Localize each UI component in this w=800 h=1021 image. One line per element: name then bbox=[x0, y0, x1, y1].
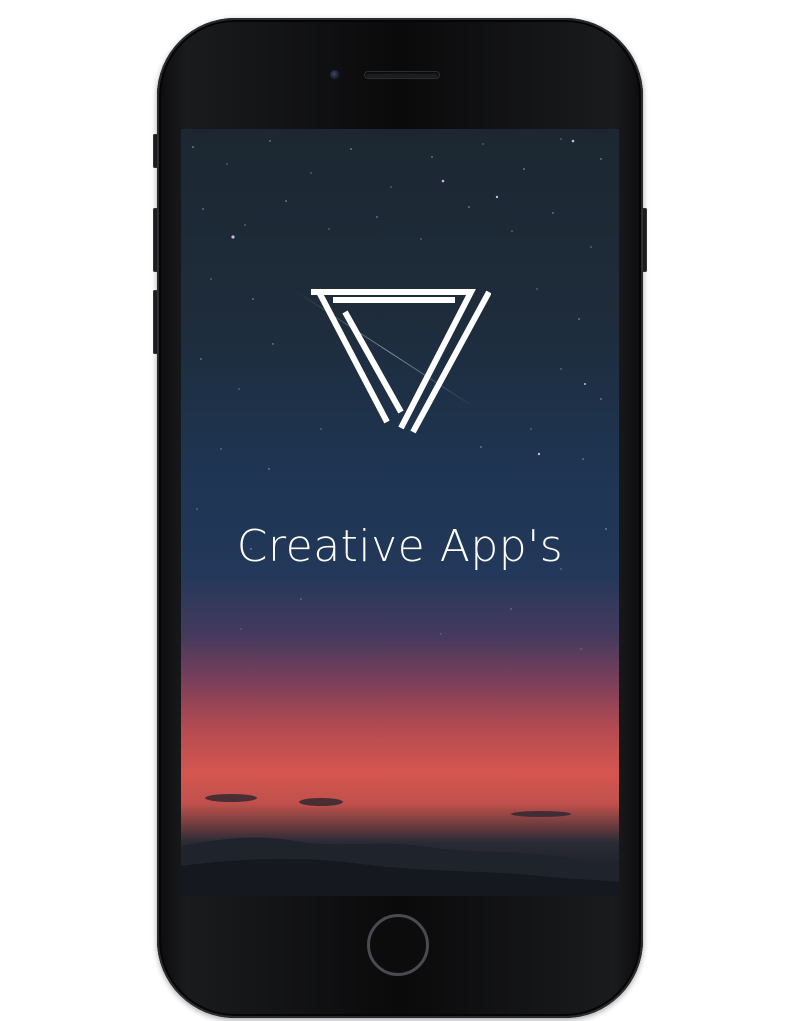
front-camera bbox=[330, 70, 340, 80]
horizon-silhouette bbox=[181, 794, 619, 896]
volume-up-button bbox=[153, 208, 158, 272]
device-mockup: Creative App's bbox=[0, 0, 800, 1021]
home-button[interactable] bbox=[367, 914, 429, 976]
volume-down-button bbox=[153, 290, 158, 354]
app-title: Creative App's bbox=[236, 521, 564, 572]
splash-screen: Creative App's bbox=[181, 129, 619, 896]
triangle-logo-icon bbox=[311, 289, 491, 434]
power-button bbox=[642, 208, 647, 272]
earpiece-speaker bbox=[365, 72, 439, 78]
mute-switch bbox=[153, 134, 158, 168]
